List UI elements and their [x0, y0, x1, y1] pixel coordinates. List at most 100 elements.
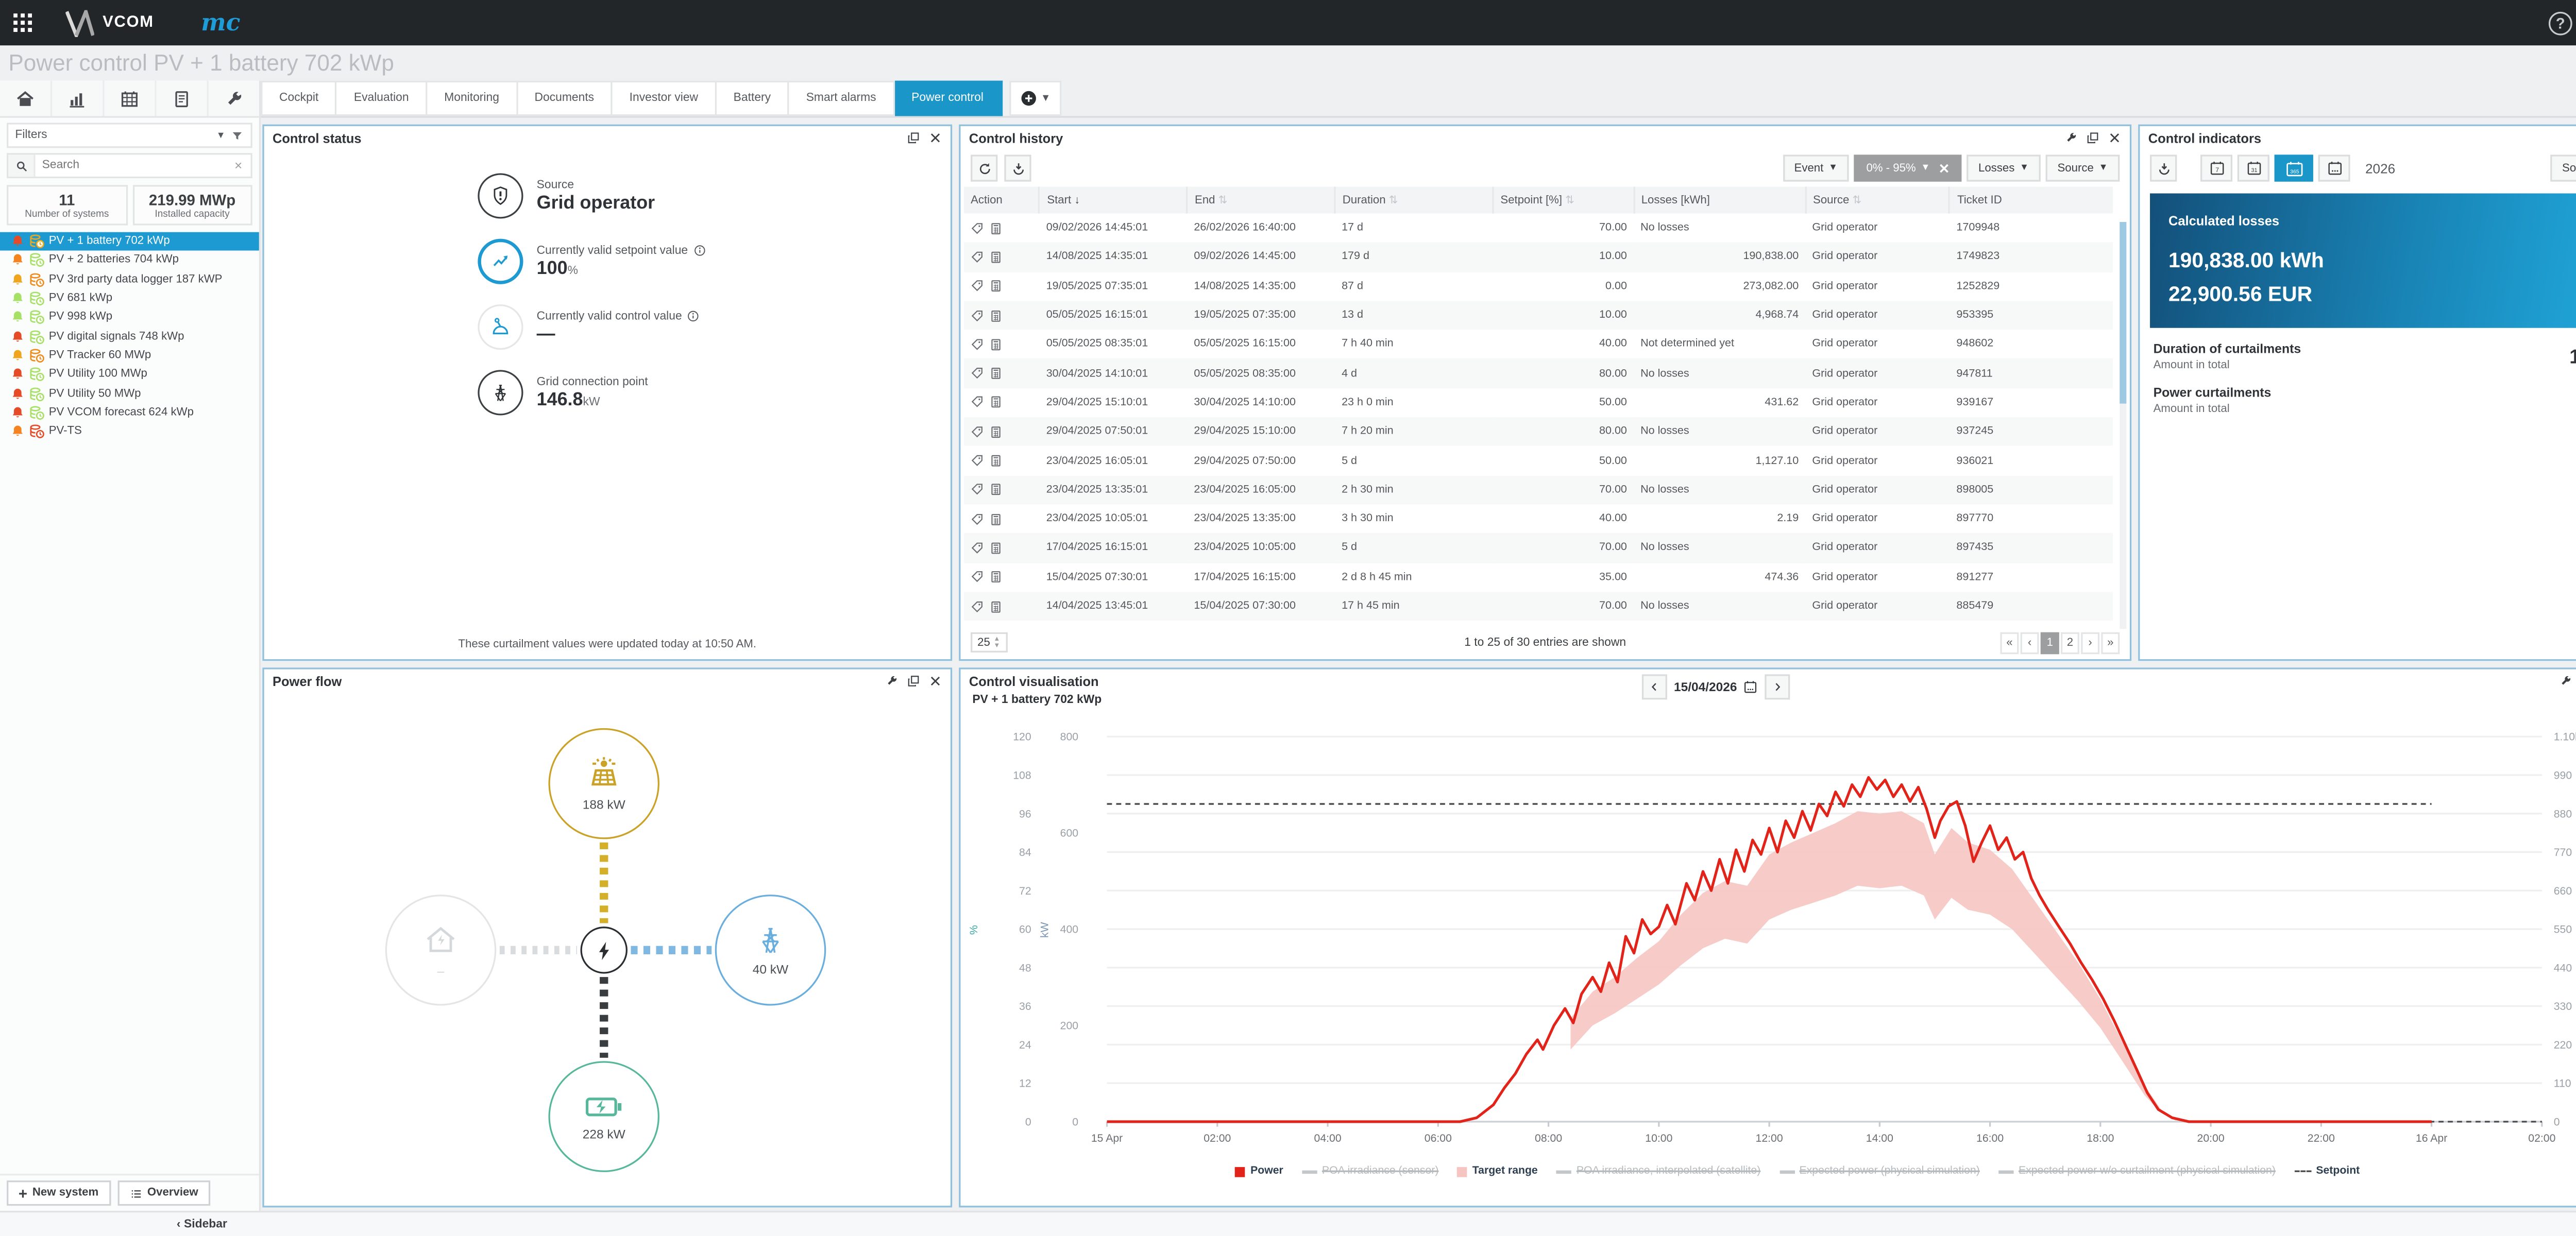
wrench-icon[interactable]	[208, 80, 259, 116]
edit-tag-icon[interactable]	[971, 221, 984, 235]
calculator-icon[interactable]	[989, 396, 1003, 409]
table-row[interactable]: 05/05/2025 08:35:01 05/05/2025 16:15:00 7 …	[964, 330, 2113, 359]
system-list-item[interactable]: PV + 1 battery 702 kWp	[0, 232, 259, 251]
tab-evaluation[interactable]: Evaluation	[337, 80, 428, 116]
system-list-item[interactable]: PV Tracker 60 MWp	[0, 346, 259, 365]
system-list-item[interactable]: PV + 2 batteries 704 kWp	[0, 251, 259, 270]
next-day-button[interactable]	[1764, 674, 1789, 700]
page-nav-prev[interactable]: ‹	[2020, 631, 2039, 654]
calculator-icon[interactable]	[989, 221, 1003, 235]
edit-tag-icon[interactable]	[971, 599, 984, 613]
tab-battery[interactable]: Battery	[717, 80, 790, 116]
wrench-icon[interactable]	[2064, 131, 2078, 145]
info-icon[interactable]	[687, 310, 700, 323]
tab-monitoring[interactable]: Monitoring	[427, 80, 518, 116]
search-clear-icon[interactable]: ×	[226, 158, 251, 173]
page-nav-first[interactable]: «	[2000, 631, 2019, 654]
tab-documents[interactable]: Documents	[517, 80, 613, 116]
edit-tag-icon[interactable]	[971, 425, 984, 438]
calendar-table-icon[interactable]	[104, 80, 157, 116]
remove-filter-icon[interactable]: ✕	[1939, 161, 1950, 176]
calculator-icon[interactable]	[989, 483, 1003, 496]
tab-smart-alarms[interactable]: Smart alarms	[789, 80, 895, 116]
bar-chart-icon[interactable]	[52, 80, 105, 116]
calculator-icon[interactable]	[989, 599, 1003, 613]
page-nav-next[interactable]: ›	[2081, 631, 2100, 654]
legend-item[interactable]: Power	[1235, 1165, 1283, 1177]
edit-tag-icon[interactable]	[971, 571, 984, 584]
system-list-item[interactable]: PV 3rd party data logger 187 kWP	[0, 270, 259, 289]
edit-tag-icon[interactable]	[971, 454, 984, 468]
event-filter-button[interactable]: Event ▼	[1782, 154, 1850, 182]
date-picker[interactable]: 15/04/2026	[1674, 679, 1757, 695]
page-nav-last[interactable]: »	[2101, 631, 2120, 654]
download-button[interactable]	[2150, 154, 2177, 182]
calculator-icon[interactable]	[989, 425, 1003, 438]
page-number[interactable]: 2	[2060, 631, 2079, 654]
ticket-link[interactable]: 939167	[1950, 388, 2113, 417]
column-header-source[interactable]: Source ⇅	[1804, 186, 1950, 214]
system-list-item[interactable]: PV digital signals 748 kWp	[0, 327, 259, 346]
table-row[interactable]: 15/04/2025 07:30:01 17/04/2025 16:15:00 2 …	[964, 562, 2113, 591]
sidebar-collapse-button[interactable]: ‹ Sidebar	[177, 1218, 227, 1230]
table-row[interactable]: 23/04/2025 13:35:01 23/04/2025 16:05:00 2 …	[964, 475, 2113, 505]
source-filter-button[interactable]: Source▼	[2045, 154, 2120, 182]
column-header-duration[interactable]: Duration ⇅	[1334, 186, 1493, 214]
source-filter-button[interactable]: Source▼	[2550, 154, 2576, 182]
ticket-link[interactable]: 1252829	[1950, 272, 2113, 301]
calculator-icon[interactable]	[989, 454, 1003, 468]
tab-investor-view[interactable]: Investor view	[613, 80, 717, 116]
search-input[interactable]	[35, 160, 226, 172]
edit-tag-icon[interactable]	[971, 338, 984, 351]
vcom-logo[interactable]: VCOM	[65, 9, 154, 37]
help-icon[interactable]: ?	[2548, 11, 2572, 35]
table-scrollbar[interactable]	[2120, 222, 2127, 629]
table-row[interactable]: 09/02/2026 14:45:01 26/02/2026 16:40:00 17…	[964, 214, 2113, 243]
ticket-link[interactable]: 1709948	[1950, 214, 2113, 243]
edit-tag-icon[interactable]	[971, 512, 984, 526]
calculator-icon[interactable]	[989, 308, 1003, 322]
legend-item[interactable]: Expected power (physical simulation)	[1779, 1165, 1980, 1177]
meteocontrol-logo[interactable]: mc	[201, 9, 240, 36]
ticket-link[interactable]: 891277	[1950, 562, 2113, 591]
calculator-icon[interactable]	[989, 338, 1003, 351]
system-list-item[interactable]: PV 998 kWp	[0, 308, 259, 327]
system-list-item[interactable]: PV 681 kWp	[0, 289, 259, 308]
add-widget-button[interactable]: ▼	[1008, 80, 1061, 116]
column-header-start[interactable]: Start ↓	[1039, 186, 1188, 214]
download-button[interactable]	[1004, 154, 1031, 182]
system-list-item[interactable]: PV Utility 50 MWp	[0, 384, 259, 403]
legend-item[interactable]: POA irradiance, interpolated (satellite)	[1556, 1165, 1760, 1177]
ticket-link[interactable]: 948602	[1950, 330, 2113, 359]
calculator-icon[interactable]	[989, 280, 1003, 293]
edit-tag-icon[interactable]	[971, 308, 984, 322]
table-row[interactable]: 17/04/2025 16:15:01 23/04/2025 10:05:00 5 …	[964, 533, 2113, 563]
wrench-icon[interactable]	[2559, 674, 2572, 688]
losses-filter-button[interactable]: Losses ▼	[1967, 154, 2041, 182]
legend-item[interactable]: Expected power w/o curtailment (physical…	[1998, 1165, 2276, 1177]
edit-tag-icon[interactable]	[971, 483, 984, 496]
overview-button[interactable]: Overview	[117, 1180, 210, 1206]
table-row[interactable]: 29/04/2025 15:10:01 30/04/2025 14:10:00 23…	[964, 388, 2113, 417]
table-row[interactable]: 23/04/2025 16:05:01 29/04/2025 07:50:00 5 …	[964, 447, 2113, 475]
calculator-icon[interactable]	[989, 250, 1003, 264]
popout-icon[interactable]	[2086, 131, 2099, 145]
table-row[interactable]: 23/04/2025 10:05:01 23/04/2025 13:35:00 3 …	[964, 504, 2113, 533]
legend-item[interactable]: Target range	[1457, 1165, 1538, 1177]
table-row[interactable]: 14/08/2025 14:35:01 09/02/2026 14:45:00 17…	[964, 243, 2113, 272]
table-row[interactable]: 05/05/2025 16:15:01 19/05/2025 07:35:00 13…	[964, 301, 2113, 330]
calculator-icon[interactable]	[989, 571, 1003, 584]
document-icon[interactable]	[156, 80, 209, 116]
tab-power-control[interactable]: Power control	[894, 80, 1002, 116]
new-system-button[interactable]: + New system	[7, 1180, 111, 1206]
ticket-link[interactable]: 897770	[1950, 504, 2113, 533]
previous-day-button[interactable]	[1641, 674, 1667, 700]
system-list-item[interactable]: PV VCOM forecast 624 kWp	[0, 403, 259, 422]
app-grid-menu-icon[interactable]	[0, 0, 45, 45]
column-header-setpoint-[interactable]: Setpoint [%] ⇅	[1492, 186, 1634, 214]
calculator-icon[interactable]	[989, 541, 1003, 555]
page-number[interactable]: 1	[2040, 631, 2059, 654]
table-row[interactable]: 14/04/2025 13:45:01 15/04/2025 07:30:00 17…	[964, 591, 2113, 621]
home-icon[interactable]	[0, 80, 53, 116]
ticket-link[interactable]: 947811	[1950, 359, 2113, 388]
